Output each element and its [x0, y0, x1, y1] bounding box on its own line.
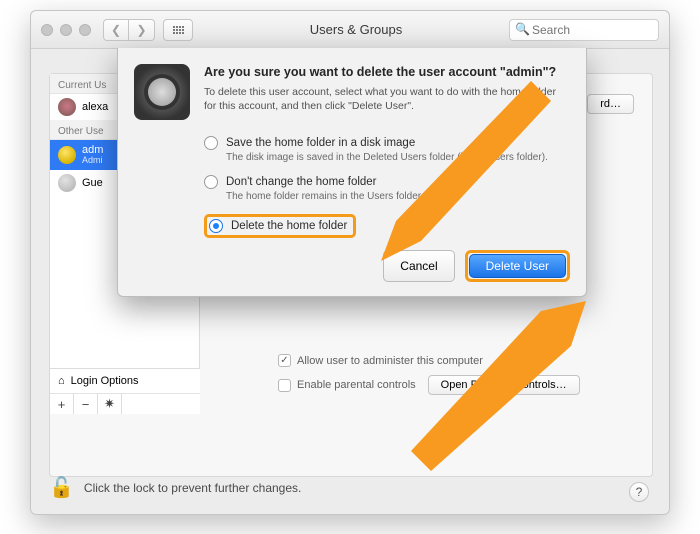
grid-icon — [173, 26, 184, 34]
login-options[interactable]: ⌂ Login Options — [50, 369, 200, 394]
sidebar-item-label: Gue — [82, 177, 103, 189]
add-user-button[interactable]: + — [50, 394, 74, 414]
dialog-options: Save the home folder in a disk image The… — [204, 136, 570, 238]
sidebar-item-label: alexa — [82, 101, 108, 113]
system-prefs-icon — [134, 64, 190, 120]
option-label: Don't change the home folder — [226, 176, 377, 188]
admin-checkbox-row[interactable]: ✓ Allow user to administer this computer — [278, 354, 580, 367]
home-icon: ⌂ — [58, 375, 65, 387]
delete-user-dialog: Are you sure you want to delete the user… — [117, 48, 587, 297]
radio-icon — [204, 136, 218, 150]
option-dont-change[interactable]: Don't change the home folder The home fo… — [204, 175, 570, 202]
dialog-description: To delete this user account, select what… — [204, 85, 570, 113]
cancel-button[interactable]: Cancel — [383, 250, 454, 282]
forward-button[interactable]: ❯ — [129, 19, 155, 41]
checkbox-icon: ✓ — [278, 354, 291, 367]
dialog-title: Are you sure you want to delete the user… — [204, 64, 570, 81]
traffic-lights — [41, 24, 91, 36]
minimize-icon[interactable] — [60, 24, 72, 36]
option-label: Delete the home folder — [231, 220, 347, 232]
nav-buttons: ❮ ❯ — [103, 19, 155, 41]
lock-icon[interactable]: 🔓 — [49, 475, 74, 500]
avatar-icon — [58, 98, 76, 116]
show-all-button[interactable] — [163, 19, 193, 41]
highlight-annotation: Delete User — [465, 250, 570, 282]
option-sublabel: The disk image is saved in the Deleted U… — [226, 152, 570, 163]
search-icon: 🔍 — [515, 22, 530, 36]
add-remove-buttons: + − ✷ — [50, 394, 200, 414]
action-menu-button[interactable]: ✷ — [98, 394, 122, 414]
parental-checkbox[interactable]: Enable parental controls — [278, 379, 416, 392]
avatar-icon — [58, 174, 76, 192]
sidebar-item-sublabel: Admi — [82, 156, 103, 166]
parental-checkbox-label: Enable parental controls — [297, 379, 416, 391]
dialog-buttons: Cancel Delete User — [134, 250, 570, 282]
window-title: Users & Groups — [203, 22, 509, 37]
parental-checkbox-row: Enable parental controls Open Parental C… — [278, 375, 580, 395]
avatar-icon — [58, 146, 76, 164]
admin-checkbox-label: Allow user to administer this computer — [297, 355, 483, 367]
radio-icon — [209, 219, 223, 233]
titlebar: ❮ ❯ Users & Groups 🔍 — [31, 11, 669, 49]
user-options: ✓ Allow user to administer this computer… — [278, 354, 580, 403]
sidebar-footer: ⌂ Login Options + − ✷ — [50, 368, 200, 414]
radio-icon — [204, 175, 218, 189]
login-options-label: Login Options — [71, 375, 139, 387]
checkbox-icon — [278, 379, 291, 392]
option-save-disk-image[interactable]: Save the home folder in a disk image The… — [204, 136, 570, 163]
preferences-window: ❮ ❯ Users & Groups 🔍 Current Us alexa — [30, 10, 670, 515]
search-input[interactable] — [509, 19, 659, 41]
option-delete-folder[interactable]: Delete the home folder — [204, 214, 570, 238]
option-label: Save the home folder in a disk image — [226, 137, 415, 149]
delete-user-button[interactable]: Delete User — [469, 254, 566, 278]
lock-row: 🔓 Click the lock to prevent further chan… — [49, 475, 301, 500]
back-button[interactable]: ❮ — [103, 19, 129, 41]
option-sublabel: The home folder remains in the Users fol… — [226, 191, 570, 202]
highlight-annotation: Delete the home folder — [204, 214, 356, 238]
search-wrap: 🔍 — [509, 19, 659, 41]
lock-text: Click the lock to prevent further change… — [84, 481, 301, 495]
change-password-button[interactable]: rd… — [587, 94, 634, 114]
zoom-icon[interactable] — [79, 24, 91, 36]
open-parental-controls-button[interactable]: Open Parental Controls… — [428, 375, 580, 395]
close-icon[interactable] — [41, 24, 53, 36]
remove-user-button[interactable]: − — [74, 394, 98, 414]
help-button[interactable]: ? — [629, 482, 649, 502]
